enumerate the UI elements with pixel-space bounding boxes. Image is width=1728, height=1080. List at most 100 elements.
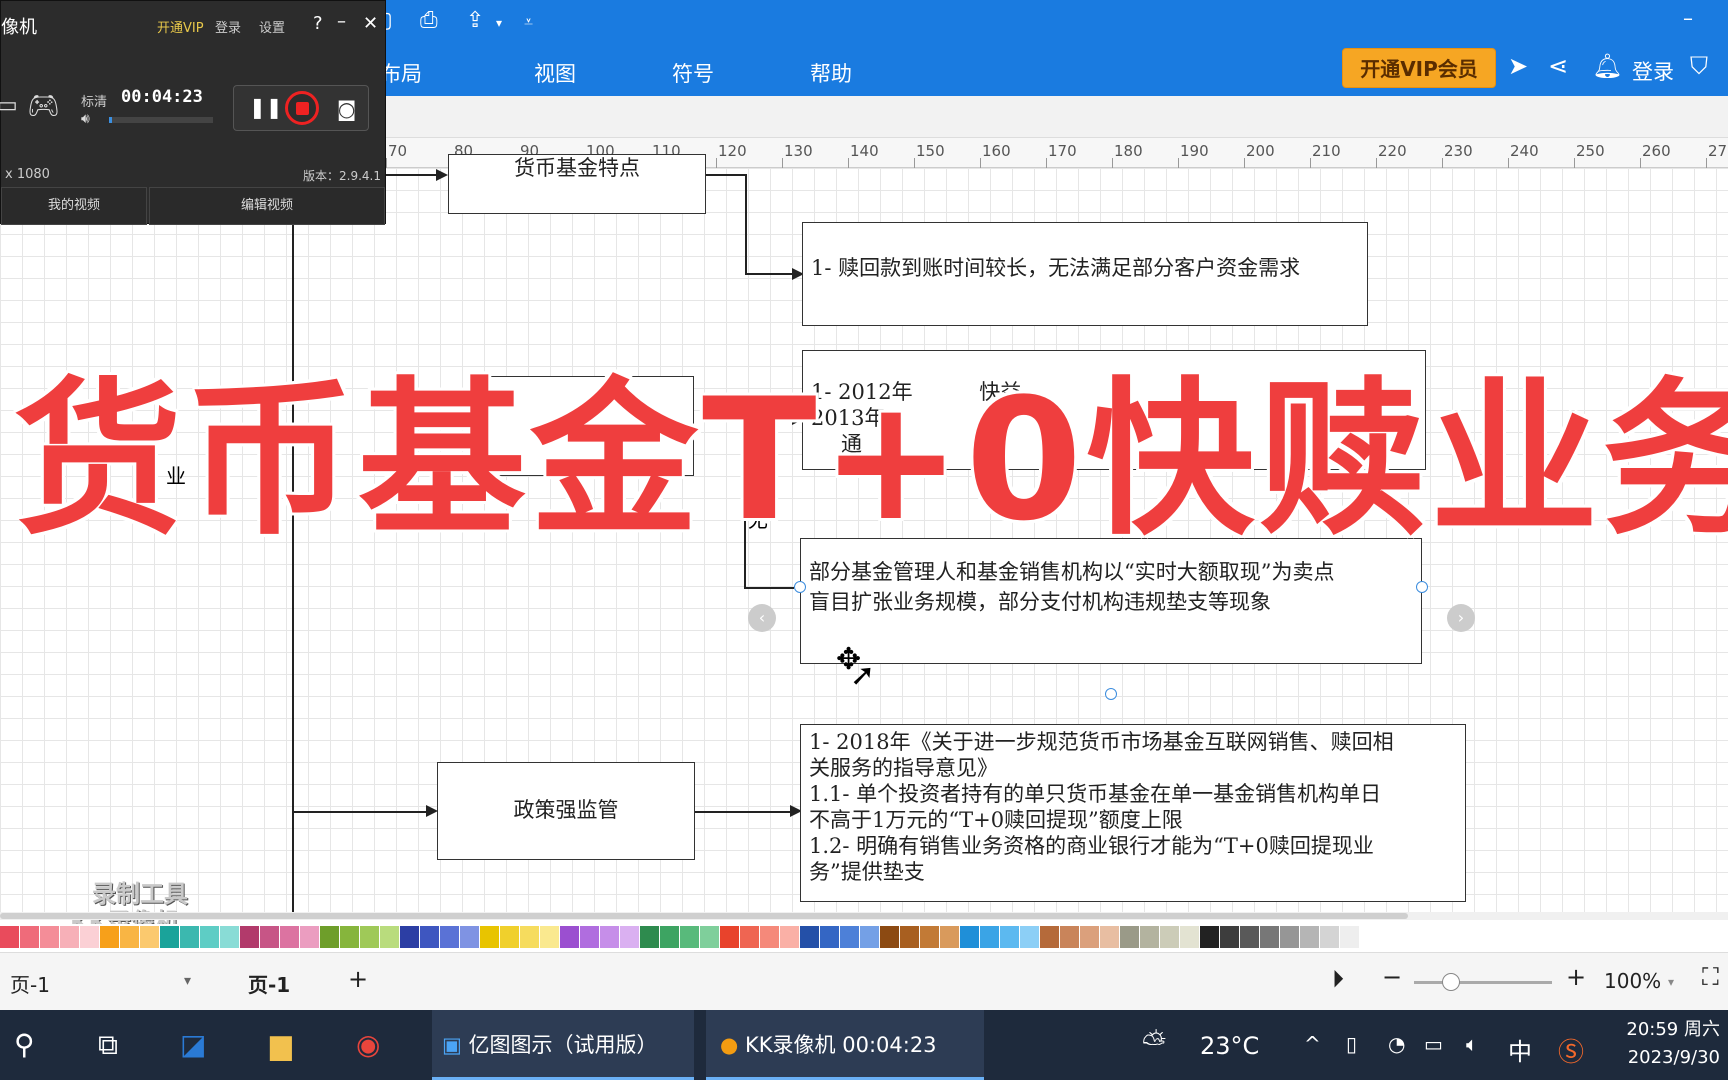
play-icon[interactable]: ⏵ [1332,965,1344,993]
color-swatch[interactable] [1340,926,1359,948]
color-swatch[interactable] [1280,926,1299,948]
resize-handle-bottom[interactable] [1105,688,1117,700]
add-page-button[interactable]: + [348,965,368,993]
folder-icon[interactable]: ▆ [270,1028,292,1061]
color-swatch[interactable] [440,926,459,948]
system-clock[interactable]: 20:59 周六 2023/9/30 [1626,1016,1720,1072]
weather-temp[interactable]: 23°C [1200,1032,1259,1060]
color-swatch[interactable] [20,926,39,948]
color-swatch[interactable] [840,926,859,948]
color-swatch[interactable] [760,926,779,948]
color-swatch[interactable] [280,926,299,948]
color-swatch[interactable] [260,926,279,948]
bell-icon[interactable]: 🔔︎ [1592,52,1622,80]
horizontal-scrollbar[interactable] [0,912,1728,920]
chrome-icon[interactable]: ◉ [356,1028,380,1061]
zoom-slider-thumb[interactable] [1442,973,1460,991]
color-swatch[interactable] [0,926,19,948]
color-swatch[interactable] [100,926,119,948]
color-swatch[interactable] [1260,926,1279,948]
color-swatch[interactable] [1080,926,1099,948]
color-swatch[interactable] [220,926,239,948]
camera-icon[interactable]: ◙ [337,97,356,121]
menu-symbol[interactable]: 符号 [672,58,714,88]
color-swatch[interactable] [780,926,799,948]
page-select-chevron-icon[interactable]: ▾ [184,973,191,989]
zoom-slider[interactable] [1414,973,1552,991]
sogou-icon[interactable]: Ⓢ [1558,1032,1584,1069]
node-policy-detail[interactable]: 1- 2018年《关于进一步规范货币市场基金互联网销售、赎回相 关服务的指导意见》… [800,724,1466,902]
minimize-button[interactable]: – [1683,6,1693,30]
ime-indicator[interactable]: 中 [1508,1032,1532,1067]
color-swatch[interactable] [1020,926,1039,948]
search-icon[interactable]: ⚲ [14,1028,35,1061]
gamepad-icon[interactable]: 🎮︎ [27,91,60,121]
color-swatch[interactable] [500,926,519,948]
shirt-icon[interactable]: ⛉ [1690,52,1708,80]
color-swatch[interactable] [120,926,139,948]
recorder-quality[interactable]: 标清 [81,91,107,110]
node-policy[interactable]: 政策强监管 [437,762,695,860]
weather-icon[interactable]: ⛅︎ [1142,1026,1166,1061]
color-swatch[interactable] [740,926,759,948]
node-redemption[interactable]: 1- 赎回款到账时间较长，无法满足部分客户资金需求 [802,222,1368,326]
recorder-vip-link[interactable]: 开通VIP [157,17,204,36]
battery-icon[interactable]: ▭ [1424,1032,1443,1056]
color-swatch[interactable] [360,926,379,948]
color-swatch[interactable] [40,926,59,948]
color-swatch[interactable] [620,926,639,948]
vip-member-button[interactable]: 开通VIP会员 [1342,48,1496,88]
color-swatch[interactable] [560,926,579,948]
customize-icon[interactable]: ⩡ [524,12,533,32]
chevron-up-icon[interactable]: ^ [1304,1032,1321,1056]
page-select[interactable]: 页-1 [10,969,50,998]
share-icon[interactable]: ⋖ [1548,52,1568,80]
zoom-chevron-icon[interactable]: ▾ [1668,975,1674,989]
color-swatch[interactable] [1200,926,1219,948]
color-swatch[interactable] [920,926,939,948]
export-icon[interactable]: ⇪ [466,8,484,33]
volume-slider[interactable] [109,117,213,123]
zoom-level[interactable]: 100% [1604,969,1661,993]
task-view-icon[interactable]: ⧉ [98,1028,118,1062]
outlook-icon[interactable]: ◪ [180,1028,206,1061]
chevron-right-icon[interactable]: › [1447,604,1475,632]
color-swatch[interactable] [340,926,359,948]
my-videos-tab[interactable]: 我的视频 [1,187,147,225]
horizontal-scrollbar-thumb[interactable] [0,913,1408,919]
screen-icon[interactable]: ▭ [0,93,18,118]
fullscreen-icon[interactable]: ⛶ [1702,963,1719,991]
stop-button[interactable] [285,91,319,125]
color-swatch[interactable] [600,926,619,948]
color-swatch[interactable] [1140,926,1159,948]
resize-handle-left[interactable] [794,581,806,593]
color-swatch[interactable] [860,926,879,948]
color-swatch[interactable] [800,926,819,948]
color-swatch[interactable] [980,926,999,948]
color-swatch[interactable] [880,926,899,948]
color-swatch[interactable] [700,926,719,948]
menu-help[interactable]: 帮助 [810,58,852,88]
taskbar-app-kk[interactable]: ● KK录像机 00:04:23 [706,1010,984,1080]
color-swatch[interactable] [520,926,539,948]
color-swatch[interactable] [300,926,319,948]
export-dropdown-icon[interactable]: ▾ [496,16,502,30]
wifi-icon[interactable]: ◔ [1388,1032,1405,1056]
pause-icon[interactable]: ❚❚ [249,95,283,119]
volume-tray-icon[interactable]: 🔈︎ [1466,1032,1478,1056]
menu-layout[interactable]: 布局 [380,58,422,88]
color-swatch[interactable] [460,926,479,948]
color-swatch[interactable] [1040,926,1059,948]
color-swatch[interactable] [660,926,679,948]
phone-icon[interactable]: ▯ [1346,1032,1357,1056]
color-swatch[interactable] [580,926,599,948]
login-link[interactable]: 登录 [1632,56,1674,86]
color-swatch[interactable] [1060,926,1079,948]
menu-view[interactable]: 视图 [534,58,576,88]
color-swatch[interactable] [480,926,499,948]
resize-handle-right[interactable] [1416,581,1428,593]
volume-icon[interactable]: 🔊︎ [81,111,90,127]
zoom-in-button[interactable]: + [1566,963,1586,991]
color-swatch[interactable] [320,926,339,948]
color-swatch[interactable] [200,926,219,948]
